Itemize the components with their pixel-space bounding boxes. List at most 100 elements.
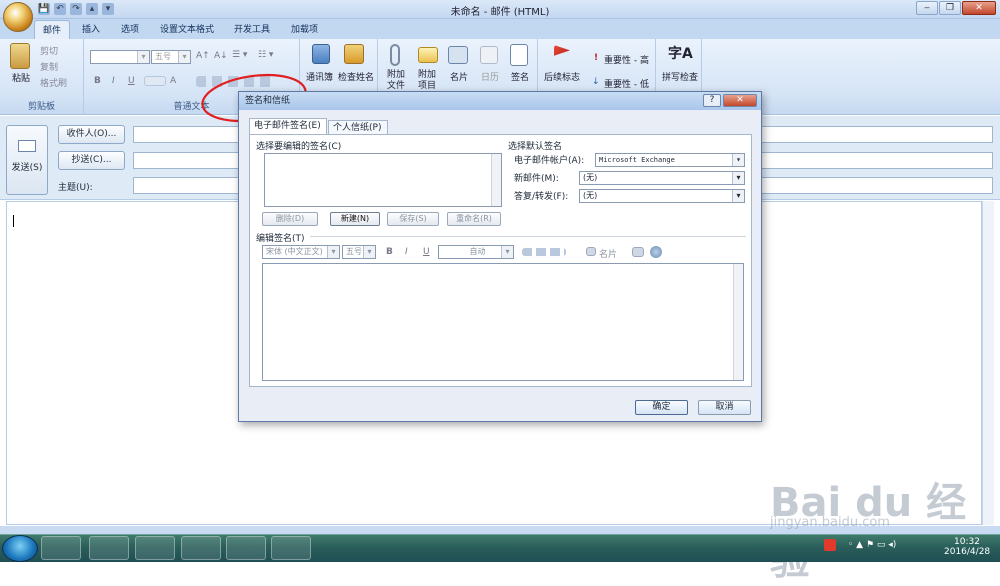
numbering-button[interactable]: ☷ ▾ [258, 50, 273, 60]
paste-label[interactable]: 粘贴 [12, 71, 30, 84]
send-button[interactable]: 发送(S) [6, 125, 48, 195]
follow-up-label[interactable]: 后续标志 [544, 70, 580, 83]
edit-signature-label: 编辑签名(T) [256, 234, 305, 244]
tab-personal-stationery[interactable]: 个人信纸(P) [328, 120, 388, 135]
divider [310, 236, 746, 237]
sig-italic-button[interactable]: I [405, 247, 408, 257]
copy-button[interactable]: 复制 [40, 60, 58, 73]
taskbar-word-icon[interactable] [135, 536, 175, 560]
business-card-icon[interactable] [448, 46, 468, 64]
taskbar-excel-icon[interactable] [181, 536, 221, 560]
spelling-label[interactable]: 拼写检查 [662, 70, 698, 83]
send-label: 发送(S) [11, 163, 43, 173]
font-color-select[interactable]: 自动 [438, 245, 514, 259]
cancel-button[interactable]: 取消 [698, 400, 751, 415]
cc-button[interactable]: 抄送(C)... [58, 151, 125, 170]
paste-icon[interactable] [10, 43, 30, 69]
office-button[interactable] [3, 2, 33, 32]
highlight-icon[interactable] [144, 76, 166, 86]
delete-button[interactable]: 删除(D) [262, 212, 318, 226]
save-button[interactable]: 保存(S) [387, 212, 439, 226]
envelope-icon[interactable] [418, 47, 438, 63]
spelling-icon[interactable]: 字A [668, 43, 693, 63]
sig-card-label[interactable]: 名片 [599, 247, 617, 260]
high-importance-icon[interactable]: ! [594, 53, 598, 63]
tab-add-ins[interactable]: 加载项 [291, 22, 318, 35]
ime-icon[interactable] [824, 539, 836, 551]
high-importance-label[interactable]: 重要性 - 高 [604, 53, 649, 66]
grow-font-button[interactable]: A↑ [196, 51, 210, 61]
taskbar-paint-icon[interactable] [271, 536, 311, 560]
sig-bold-button[interactable]: B [386, 247, 393, 257]
tab-insert[interactable]: 插入 [82, 22, 100, 35]
clock-time: 10:32 [954, 537, 980, 547]
new-button[interactable]: 新建(N) [330, 212, 380, 226]
business-card-label[interactable]: 名片 [450, 70, 468, 83]
window-title: 未命名 - 邮件 (HTML) [450, 7, 550, 18]
dialog-close-button[interactable]: ✕ [723, 94, 757, 107]
format-painter-button[interactable]: 格式刷 [40, 76, 67, 89]
signature-editor[interactable] [262, 263, 744, 381]
sig-card-icon[interactable] [586, 247, 596, 256]
text-cursor [13, 215, 14, 227]
tab-format-text[interactable]: 设置文本格式 [160, 22, 214, 35]
reply-forward-label: 答复/转发(F): [514, 192, 569, 202]
taskbar-ie-icon[interactable] [226, 536, 266, 560]
watermark-url: jingyan.baidu.com [770, 515, 890, 530]
insert-picture-icon[interactable] [632, 247, 644, 257]
to-button[interactable]: 收件人(O)... [58, 125, 125, 144]
reply-forward-select[interactable]: (无) [579, 189, 745, 203]
calendar-label[interactable]: 日历 [481, 70, 499, 83]
attach-item-label[interactable]: 附加 项目 [418, 70, 436, 92]
bold-button[interactable]: B [94, 76, 101, 86]
flag-icon[interactable] [554, 45, 570, 56]
low-importance-label[interactable]: 重要性 - 低 [604, 77, 649, 90]
hyperlink-icon[interactable] [650, 246, 662, 258]
start-button[interactable] [2, 535, 38, 562]
font-color-button[interactable]: A [170, 76, 176, 86]
account-select[interactable]: Microsoft Exchange [595, 153, 745, 167]
signature-editor-scrollbar[interactable] [733, 264, 743, 380]
check-names-label[interactable]: 检查姓名 [338, 70, 374, 83]
tab-developer[interactable]: 开发工具 [234, 22, 270, 35]
attach-file-label[interactable]: 附加 文件 [387, 70, 405, 92]
new-messages-select[interactable]: (无) [579, 171, 745, 185]
signature-label[interactable]: 签名 [511, 70, 529, 83]
help-button[interactable]: ? [703, 94, 721, 107]
signature-list-scrollbar[interactable] [491, 154, 501, 206]
account-label: 电子邮件帐户(A): [514, 156, 585, 166]
font-size-combo[interactable]: 五号 [151, 50, 191, 64]
clipboard-group-label: 剪贴板 [27, 102, 55, 112]
cut-button[interactable]: 剪切 [40, 44, 58, 57]
taskbar-explorer-icon[interactable] [89, 536, 129, 560]
taskbar-outlook-icon[interactable] [41, 536, 81, 560]
signature-icon[interactable] [510, 44, 528, 66]
font-size-select[interactable]: 五号 [342, 245, 376, 259]
address-book-icon[interactable] [312, 44, 330, 64]
low-importance-icon[interactable]: ↓ [592, 77, 600, 87]
sig-align-icon[interactable] [522, 248, 566, 256]
bullets-button[interactable]: ☰ ▾ [232, 50, 247, 60]
italic-button[interactable]: I [112, 76, 115, 86]
sig-underline-button[interactable]: U [423, 247, 430, 257]
tab-message[interactable]: 邮件 [34, 20, 71, 39]
font-name-combo[interactable] [90, 50, 150, 64]
rename-button[interactable]: 重命名(R) [447, 212, 501, 226]
minimize-button[interactable]: ‒ [916, 1, 938, 15]
maximize-button[interactable]: ❐ [939, 1, 961, 15]
check-names-icon[interactable] [344, 44, 364, 64]
calendar-icon[interactable] [480, 46, 498, 64]
default-signature-heading: 选择默认签名 [508, 142, 563, 152]
clock[interactable]: 10:32 2016/4/28 [944, 537, 990, 557]
tab-email-signature[interactable]: 电子邮件签名(E) [249, 118, 327, 135]
clipboard-group: 粘贴 剪切 复制 格式刷 剪贴板 [0, 39, 84, 114]
dialog-title: 签名和信纸 [239, 92, 761, 110]
underline-button[interactable]: U [128, 76, 135, 86]
tab-options[interactable]: 选项 [121, 22, 139, 35]
signature-list[interactable] [264, 153, 502, 207]
paperclip-icon[interactable] [390, 44, 400, 66]
shrink-font-button[interactable]: A↓ [214, 51, 228, 61]
font-name-select[interactable]: 宋体 (中文正文) [262, 245, 340, 259]
ok-button[interactable]: 确定 [635, 400, 688, 415]
close-button[interactable]: ✕ [962, 1, 996, 15]
